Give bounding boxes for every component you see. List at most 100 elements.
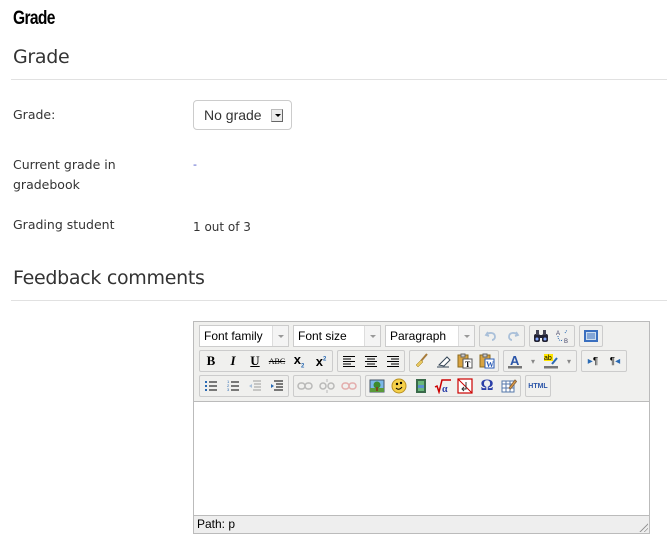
format-value: Paragraph (390, 329, 447, 343)
section-divider (11, 300, 667, 301)
anchor-link-icon (341, 382, 357, 390)
svg-text:W: W (486, 360, 494, 369)
fullscreen-button[interactable] (580, 326, 602, 346)
align-right-button[interactable] (382, 351, 404, 371)
ltr-icon: ▸¶ (587, 355, 599, 367)
unlink-icon (319, 379, 335, 393)
outdent-icon (249, 380, 261, 391)
html-button[interactable]: HTML (526, 376, 550, 396)
redo-icon (508, 331, 520, 341)
svg-text:B: B (564, 339, 568, 344)
nolink-icon (457, 378, 473, 394)
resize-grip-icon[interactable] (638, 522, 648, 532)
bold-button[interactable]: B (200, 351, 222, 371)
text-color-button[interactable]: A (504, 351, 526, 371)
paste-text-button[interactable]: T (454, 351, 476, 371)
image-icon (369, 379, 385, 393)
subscript-icon: x2 (293, 352, 305, 370)
highlight-color-dropdown[interactable]: ▾ (562, 351, 576, 371)
emoticon-button[interactable] (388, 376, 410, 396)
replace-button[interactable]: AB (552, 326, 574, 346)
italic-button[interactable]: I (222, 351, 244, 371)
undo-icon (484, 331, 496, 341)
element-path: Path: p (197, 517, 236, 531)
find-replace-icon: AB (556, 329, 568, 344)
remove-format-button[interactable] (432, 351, 454, 371)
clipboard-group: T W (409, 350, 499, 372)
grading-student-value: 1 out of 3 (193, 220, 251, 234)
special-char-button[interactable]: Ω (476, 376, 498, 396)
rtl-button[interactable]: ¶◂ (604, 351, 626, 371)
editor-content-area[interactable] (194, 402, 649, 515)
current-grade-value: - (193, 158, 197, 171)
underline-button[interactable]: U (244, 351, 266, 371)
find-button[interactable] (530, 326, 552, 346)
indent-button[interactable] (266, 376, 288, 396)
grade-label: Grade: (13, 107, 56, 122)
text-color-dropdown[interactable]: ▾ (526, 351, 540, 371)
code-group: HTML (525, 375, 551, 397)
svg-text:α: α (442, 384, 448, 394)
numbered-list-button[interactable]: 123 (222, 376, 244, 396)
text-style-group: B I U ABC x2 x2 (199, 350, 333, 372)
numbered-list-icon: 123 (227, 379, 239, 392)
page-title: Grade (13, 8, 55, 29)
alignment-group (337, 350, 405, 372)
toolbar-row-1: Font family Font size Paragraph A B (199, 325, 603, 347)
svg-text:3: 3 (227, 387, 230, 392)
paste-word-icon: W (479, 353, 495, 369)
insert-image-button[interactable] (366, 376, 388, 396)
list-group: 123 (199, 375, 289, 397)
anchor-button[interactable] (338, 376, 360, 396)
highlight-icon: ab (544, 354, 558, 369)
film-icon (416, 379, 426, 393)
broom-icon (415, 353, 428, 368)
format-select[interactable]: Paragraph (385, 325, 475, 347)
unlink-button[interactable] (316, 376, 338, 396)
ltr-button[interactable]: ▸¶ (582, 351, 604, 371)
history-group (479, 325, 525, 347)
paste-word-button[interactable]: W (476, 351, 498, 371)
eraser-icon (437, 356, 451, 368)
font-family-value: Font family (204, 329, 263, 343)
cleanup-button[interactable] (410, 351, 432, 371)
rtl-icon: ¶◂ (609, 355, 621, 367)
subscript-button[interactable]: x2 (288, 351, 310, 371)
grade-select[interactable]: No grade (193, 100, 292, 130)
bullet-list-button[interactable] (200, 376, 222, 396)
view-group (579, 325, 603, 347)
rich-text-editor: Font family Font size Paragraph A B B I … (193, 321, 650, 534)
chevron-down-icon (458, 326, 474, 346)
text-color-icon: A (508, 353, 522, 369)
insert-group: α Ω (365, 375, 521, 397)
link-button[interactable] (294, 376, 316, 396)
section-divider (11, 79, 667, 80)
paste-text-icon: T (457, 353, 473, 369)
outdent-button[interactable] (244, 376, 266, 396)
feedback-section-header: Feedback comments (13, 267, 205, 289)
strikethrough-button[interactable]: ABC (266, 351, 288, 371)
equation-icon: α (434, 379, 451, 394)
highlight-color-button[interactable]: ab (540, 351, 562, 371)
superscript-icon: x2 (315, 353, 327, 369)
font-size-value: Font size (298, 329, 347, 343)
equation-button[interactable]: α (432, 376, 454, 396)
undo-button[interactable] (480, 326, 502, 346)
insert-table-button[interactable] (498, 376, 520, 396)
align-right-icon (387, 356, 399, 367)
superscript-button[interactable]: x2 (310, 351, 332, 371)
insert-media-button[interactable] (410, 376, 432, 396)
direction-group: ▸¶ ¶◂ (581, 350, 627, 372)
font-size-select[interactable]: Font size (293, 325, 381, 347)
align-left-button[interactable] (338, 351, 360, 371)
current-grade-label: Current grade in gradebook (13, 157, 116, 192)
align-center-button[interactable] (360, 351, 382, 371)
align-center-icon (365, 356, 377, 367)
svg-text:A: A (510, 353, 520, 368)
chevron-down-icon (364, 326, 380, 346)
editor-statusbar: Path: p (194, 515, 649, 533)
binoculars-icon (534, 330, 548, 342)
redo-button[interactable] (502, 326, 524, 346)
font-family-select[interactable]: Font family (199, 325, 289, 347)
nolink-button[interactable] (454, 376, 476, 396)
